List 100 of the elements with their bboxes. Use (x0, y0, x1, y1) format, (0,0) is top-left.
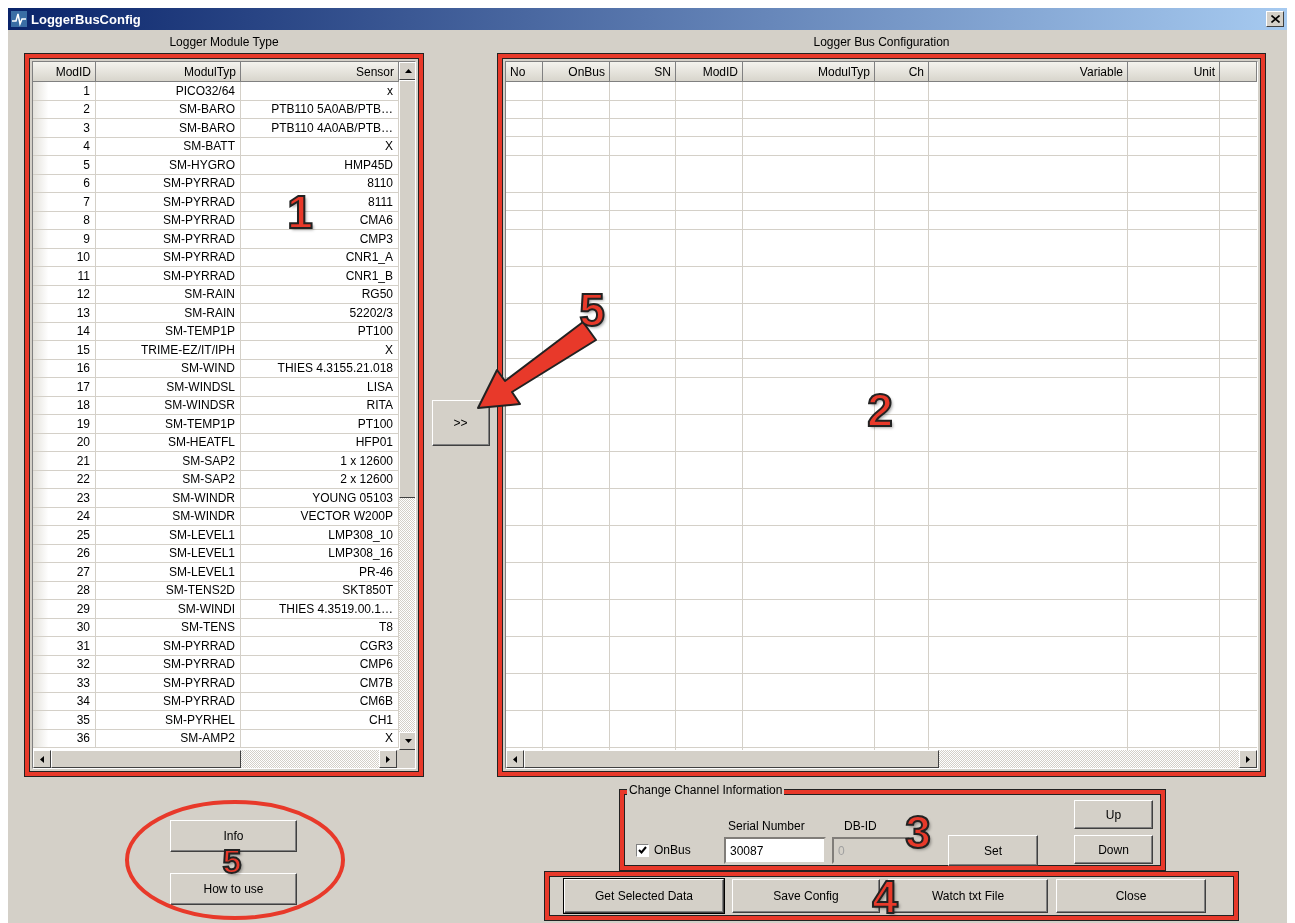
column-header[interactable]: SN (610, 62, 676, 82)
table-cell: YOUNG 05103 (241, 489, 399, 508)
table-cell: SM-LEVEL1 (96, 526, 241, 545)
table-cell: SM-HEATFL (96, 433, 241, 452)
table-cell: SM-PYRRAD (96, 193, 241, 212)
table-cell: 17 (33, 378, 96, 397)
table-cell: SM-BARO (96, 119, 241, 138)
annotation-number: 2 (867, 387, 893, 433)
table-cell: SM-TENS (96, 618, 241, 637)
table-cell: SM-WINDR (96, 507, 241, 526)
table-cell: THIES 4.3519.00.1… (241, 600, 399, 619)
table-cell: SM-PYRRAD (96, 174, 241, 193)
table-cell: 9 (33, 230, 96, 249)
panel-caption: Logger Bus Configuration (813, 35, 950, 49)
close-button[interactable] (1266, 11, 1284, 27)
table-cell: LISA (241, 378, 399, 397)
panel-caption: Logger Module Type (169, 35, 279, 49)
vertical-scrollbar[interactable] (399, 62, 415, 750)
table-cell: SM-PYRRAD (96, 211, 241, 230)
horizontal-scrollbar[interactable] (33, 750, 415, 768)
column-header[interactable]: OnBus (543, 62, 610, 82)
table-cell: SM-PYRRAD (96, 637, 241, 656)
check-icon (638, 846, 647, 854)
table-cell: CM7B (241, 674, 399, 693)
scrollbar-thumb[interactable] (524, 750, 939, 768)
down-arrow-icon (404, 739, 412, 743)
table-cell: SM-PYRRAD (96, 692, 241, 711)
set-button[interactable]: Set (948, 835, 1038, 866)
app-icon (11, 11, 27, 27)
table-cell: SM-RAIN (96, 285, 241, 304)
close-icon (1270, 15, 1280, 23)
onbus-checkbox[interactable]: OnBus (636, 843, 724, 857)
table-cell: 7 (33, 193, 96, 212)
table-cell: TRIME-EZ/IT/IPH (96, 341, 241, 360)
table-cell: 27 (33, 563, 96, 582)
table-cell: SM-BARO (96, 100, 241, 119)
action-button[interactable]: Get Selected Data (564, 879, 724, 913)
scrollbar-thumb[interactable] (51, 750, 241, 768)
field-label: DB-ID (843, 819, 878, 833)
table-cell: 29 (33, 600, 96, 619)
table-cell: SM-TENS2D (96, 581, 241, 600)
table-cell: SM-WINDI (96, 600, 241, 619)
table-cell: 11 (33, 267, 96, 286)
table-cell: 15 (33, 341, 96, 360)
table-cell: SM-LEVEL1 (96, 563, 241, 582)
table-cell: 3 (33, 119, 96, 138)
table-cell: LMP308_10 (241, 526, 399, 545)
left-arrow-icon (513, 755, 517, 763)
table-cell: 25 (33, 526, 96, 545)
table-cell: SM-WINDSR (96, 396, 241, 415)
horizontal-scrollbar[interactable] (506, 750, 1257, 768)
column-header[interactable]: ModulTyp (743, 62, 875, 82)
scrollbar-thumb[interactable] (399, 80, 415, 498)
table-cell: SM-WIND (96, 359, 241, 378)
table-cell: PICO32/64 (96, 82, 241, 101)
table-cell: SM-PYRRAD (96, 248, 241, 267)
table-cell: 1 x 12600 (241, 452, 399, 471)
column-header[interactable] (1220, 62, 1257, 82)
table-cell: PTB110 4A0AB/PTB… (241, 119, 399, 138)
column-header[interactable]: No (506, 62, 543, 82)
table-cell: SM-PYRRAD (96, 230, 241, 249)
table-cell: 33 (33, 674, 96, 693)
table-cell: 1 (33, 82, 96, 101)
table-cell: 31 (33, 637, 96, 656)
table-cell: 5 (33, 156, 96, 175)
left-arrow-icon (40, 755, 44, 763)
scrollbar-corner (397, 750, 415, 768)
help-button[interactable]: How to use (170, 873, 297, 905)
right-arrow-icon (1246, 755, 1250, 763)
table-cell: PR-46 (241, 563, 399, 582)
up-button[interactable]: Up (1074, 800, 1153, 829)
right-arrow-icon (386, 755, 390, 763)
column-header[interactable]: ModulTyp (96, 62, 241, 82)
column-header[interactable]: Ch (875, 62, 929, 82)
action-button[interactable]: Close (1056, 879, 1206, 913)
column-header[interactable]: Unit (1128, 62, 1220, 82)
up-arrow-icon (404, 69, 412, 73)
group-title: Change Channel Information (627, 783, 785, 797)
table-cell: SM-SAP2 (96, 470, 241, 489)
table-cell: SM-WINDR (96, 489, 241, 508)
table-cell: SM-PYRRAD (96, 674, 241, 693)
transfer-button[interactable]: >> (431, 400, 490, 446)
table-cell: SM-TEMP1P (96, 415, 241, 434)
table-cell: SM-BATT (96, 137, 241, 156)
serial-number-field[interactable]: 30087 (724, 837, 826, 864)
table-cell: SM-PYRRAD (96, 267, 241, 286)
column-header[interactable]: ModID (676, 62, 743, 82)
table-cell: SM-PYRHEL (96, 711, 241, 730)
table-cell: 21 (33, 452, 96, 471)
table-cell: HMP45D (241, 156, 399, 175)
table-cell: SM-WINDSL (96, 378, 241, 397)
column-header[interactable]: Sensor (241, 62, 399, 82)
down-button[interactable]: Down (1074, 835, 1153, 864)
field-label: Serial Number (727, 819, 806, 833)
table-cell: X (241, 341, 399, 360)
table-cell: 19 (33, 415, 96, 434)
table-cell: SM-PYRRAD (96, 655, 241, 674)
column-header[interactable]: Variable (929, 62, 1128, 82)
table-cell: 52202/3 (241, 304, 399, 323)
column-header[interactable]: ModID (33, 62, 96, 82)
